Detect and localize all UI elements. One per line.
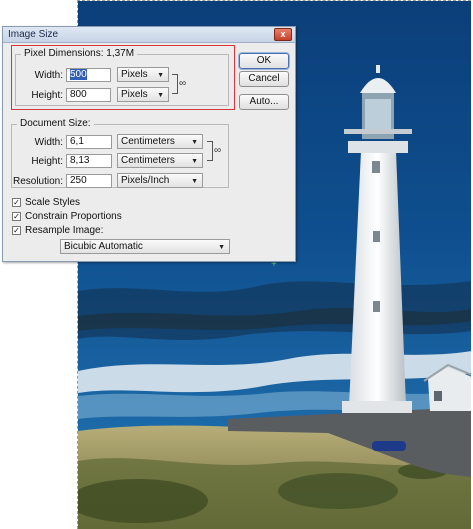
document-height-input[interactable]: 8,13 <box>66 154 112 168</box>
constrain-proportions-checkbox[interactable]: ✓ <box>12 212 21 221</box>
pixel-link-bracket <box>172 74 178 94</box>
close-button[interactable]: x <box>274 28 292 41</box>
chevron-down-icon: ▼ <box>157 72 164 79</box>
pixel-height-unit-select[interactable]: Pixels ▼ <box>117 87 169 102</box>
document-width-label: Width: <box>34 137 63 148</box>
document-width-unit-select[interactable]: Centimeters ▼ <box>117 134 203 149</box>
chevron-down-icon: ▼ <box>157 92 164 99</box>
scale-styles-checkbox[interactable]: ✓ <box>12 198 21 207</box>
pixel-width-unit-select[interactable]: Pixels ▼ <box>117 67 169 82</box>
cancel-button[interactable]: Cancel <box>239 71 289 87</box>
pixel-height-label: Height: <box>31 90 63 101</box>
resample-method-select[interactable]: Bicubic Automatic ▼ <box>60 239 230 254</box>
ok-button[interactable]: OK <box>239 53 289 69</box>
image-size-dialog: Image Size x Pixel Dimensions: 1,37M Wid… <box>2 26 296 262</box>
chevron-down-icon: ▼ <box>191 178 198 185</box>
resolution-input[interactable]: 250 <box>66 174 112 188</box>
pixel-width-label: Width: <box>34 70 63 81</box>
constrain-proportions-label: Constrain Proportions <box>25 211 122 222</box>
document-width-input[interactable]: 6,1 <box>66 135 112 149</box>
chevron-down-icon: ▼ <box>191 139 198 146</box>
document-height-unit-select[interactable]: Centimeters ▼ <box>117 153 203 168</box>
dialog-title: Image Size <box>8 29 59 40</box>
document-height-label: Height: <box>31 156 63 167</box>
dialog-titlebar[interactable]: Image Size x <box>3 27 295 43</box>
pixel-dimensions-size: 1,37M <box>106 48 135 59</box>
pixel-width-input[interactable]: 500 <box>66 68 111 82</box>
document-size-legend: Document Size: <box>17 118 94 129</box>
chain-link-icon: ∞ <box>179 78 187 89</box>
pixel-dimensions-legend: Pixel Dimensions: 1,37M <box>21 48 138 59</box>
resolution-label: Resolution: <box>12 176 63 187</box>
chevron-down-icon: ▼ <box>218 244 225 251</box>
resample-image-label: Resample Image: <box>25 225 104 236</box>
scale-styles-label: Scale Styles <box>25 197 81 208</box>
close-icon: x <box>280 29 286 39</box>
document-link-bracket <box>207 141 213 161</box>
chain-link-icon: ∞ <box>214 145 222 156</box>
resample-image-checkbox[interactable]: ✓ <box>12 226 21 235</box>
chevron-down-icon: ▼ <box>191 158 198 165</box>
pixel-height-input[interactable]: 800 <box>66 88 111 102</box>
resolution-unit-select[interactable]: Pixels/Inch ▼ <box>117 173 203 188</box>
auto-button[interactable]: Auto... <box>239 94 289 110</box>
